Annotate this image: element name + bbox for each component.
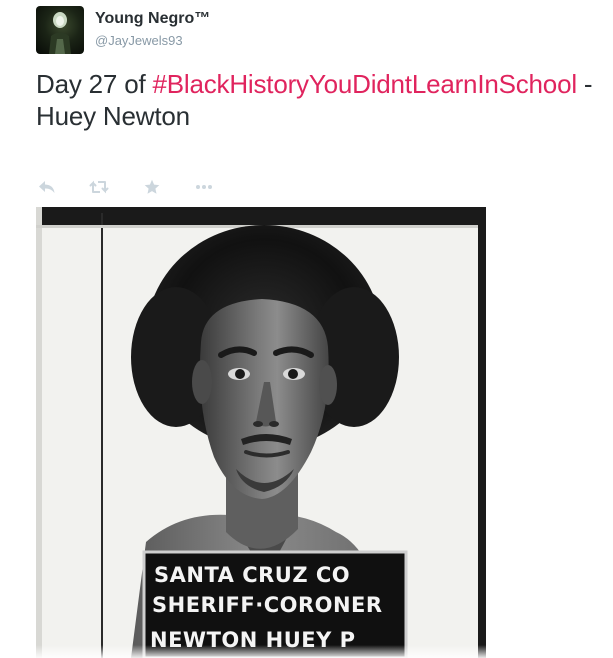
star-icon: [144, 179, 160, 194]
retweet-icon: [89, 180, 109, 194]
mugshot-image: SANTA CRUZ CO SHERIFF·CORONER NEWTON HUE…: [36, 207, 486, 658]
favorite-button[interactable]: [141, 176, 163, 198]
tweet-photo[interactable]: SANTA CRUZ CO SHERIFF·CORONER NEWTON HUE…: [36, 207, 486, 658]
retweet-button[interactable]: [88, 176, 110, 198]
placard-line-3: NEWTON HUEY P: [150, 628, 356, 652]
more-button[interactable]: [193, 176, 215, 198]
avatar[interactable]: [36, 6, 84, 54]
reply-icon: [39, 181, 55, 193]
hashtag-link[interactable]: #BlackHistoryYouDidntLearnInSchool: [153, 69, 578, 99]
placard-line-1: SANTA CRUZ CO: [154, 563, 350, 587]
avatar-figure-icon: [49, 12, 71, 54]
more-icon: [196, 185, 212, 189]
tweet-actions: [36, 176, 215, 198]
author-screen-name[interactable]: @JayJewels93: [95, 33, 183, 48]
placard-line-2: SHERIFF·CORONER: [152, 593, 383, 617]
tweet-text-before: Day 27 of: [36, 69, 153, 99]
author-display-name[interactable]: Young Negro™: [95, 10, 210, 28]
tweet-card: Young Negro™ @JayJewels93 Day 27 of #Bla…: [0, 0, 613, 658]
reply-button[interactable]: [36, 176, 58, 198]
tweet-text: Day 27 of #BlackHistoryYouDidntLearnInSc…: [36, 68, 606, 132]
